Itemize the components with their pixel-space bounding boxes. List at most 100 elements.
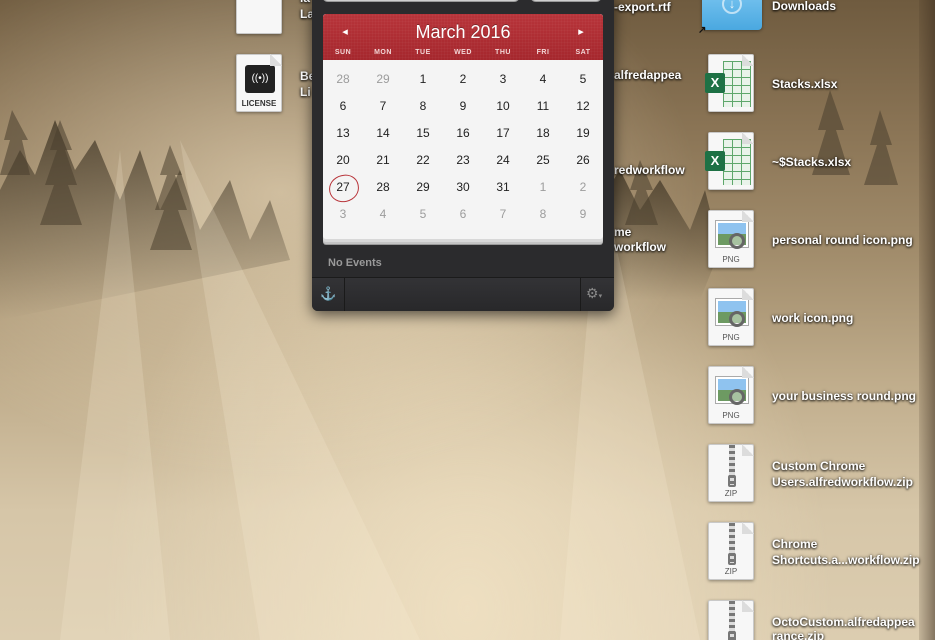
day-cell[interactable]: 11 bbox=[523, 93, 563, 120]
day-cell[interactable]: 16 bbox=[443, 120, 483, 147]
settings-gear-button[interactable]: ⚙▾ bbox=[586, 285, 602, 302]
day-cell[interactable]: 7 bbox=[363, 93, 403, 120]
day-cell[interactable]: 23 bbox=[443, 147, 483, 174]
day-cell[interactable]: 3 bbox=[483, 66, 523, 93]
day-cell[interactable]: 15 bbox=[403, 120, 443, 147]
anchor-icon[interactable]: ⚓ bbox=[320, 286, 336, 302]
license-file-icon[interactable]: ((•)) LICENSE bbox=[236, 54, 282, 112]
events-status: No Events bbox=[328, 257, 382, 269]
zipper-pull-icon bbox=[728, 631, 736, 640]
file-type-label: PNG bbox=[722, 333, 740, 342]
document-file-icon[interactable] bbox=[236, 0, 282, 34]
zip-file-icon[interactable] bbox=[708, 600, 754, 640]
file-label-chrome-shortcuts-2[interactable]: Shortcuts.a...workflow.zip bbox=[772, 552, 920, 568]
excel-badge-icon: X bbox=[705, 151, 725, 171]
file-label-stacks-temp[interactable]: ~$Stacks.xlsx bbox=[772, 154, 851, 170]
excel-file-icon[interactable]: X bbox=[705, 54, 754, 112]
alias-arrow-icon: ↗ bbox=[698, 25, 707, 36]
day-cell[interactable]: 19 bbox=[563, 120, 603, 147]
toolbar-divider bbox=[580, 278, 581, 311]
weekday-label: MON bbox=[374, 49, 392, 56]
calendar-header: ◂ March 2016 ▸ SUN MON TUE WED THU FRI S… bbox=[323, 14, 603, 60]
file-label-partial: alfredappea bbox=[614, 68, 682, 82]
day-cell[interactable]: 9 bbox=[443, 93, 483, 120]
downloads-folder-icon[interactable]: ↓ bbox=[702, 0, 762, 30]
gear-icon: ⚙ bbox=[586, 285, 599, 301]
day-cell[interactable]: 7 bbox=[483, 201, 523, 228]
day-cell[interactable]: 12 bbox=[563, 93, 603, 120]
excel-badge-icon: X bbox=[705, 73, 725, 93]
day-cell[interactable]: 4 bbox=[363, 201, 403, 228]
day-cell[interactable]: 22 bbox=[403, 147, 443, 174]
day-cell[interactable]: 6 bbox=[323, 93, 363, 120]
day-cell[interactable]: 29 bbox=[403, 174, 443, 201]
day-cell[interactable]: 5 bbox=[403, 201, 443, 228]
day-cell[interactable]: 28 bbox=[323, 66, 363, 93]
day-cell[interactable]: 8 bbox=[403, 93, 443, 120]
day-cell[interactable]: 6 bbox=[443, 201, 483, 228]
day-cell[interactable]: 28 bbox=[363, 174, 403, 201]
day-cell[interactable]: 3 bbox=[323, 201, 363, 228]
file-label-work-icon[interactable]: work icon.png bbox=[772, 310, 853, 326]
day-cell[interactable]: 8 bbox=[523, 201, 563, 228]
file-type-label: PNG bbox=[722, 411, 740, 420]
previous-month-button[interactable]: ◂ bbox=[333, 20, 357, 44]
today-button[interactable] bbox=[530, 0, 602, 2]
file-label-custom-chrome-2[interactable]: Users.alfredworkflow.zip bbox=[772, 474, 913, 490]
day-cell[interactable]: 9 bbox=[563, 201, 603, 228]
weekday-label: SAT bbox=[575, 49, 591, 56]
file-label-stacks[interactable]: Stacks.xlsx bbox=[772, 76, 837, 92]
day-cell[interactable]: 5 bbox=[563, 66, 603, 93]
day-cell[interactable]: 18 bbox=[523, 120, 563, 147]
day-cell[interactable]: 14 bbox=[363, 120, 403, 147]
zip-file-icon[interactable]: ZIP bbox=[708, 444, 754, 502]
zip-file-icon[interactable]: ZIP bbox=[708, 522, 754, 580]
wifi-icon: ((•)) bbox=[245, 65, 275, 93]
day-cell[interactable]: 4 bbox=[523, 66, 563, 93]
zipper-pull-icon bbox=[728, 475, 736, 487]
zipper-pull-icon bbox=[728, 553, 736, 565]
day-cell[interactable]: 17 bbox=[483, 120, 523, 147]
day-grid: 28 29 1 2 3 4 5 6 7 8 9 10 11 12 13 14 15 16 17 18 19 20 21 22 2… bbox=[323, 66, 603, 228]
weekday-label: TUE bbox=[415, 49, 431, 56]
day-cell[interactable]: 26 bbox=[563, 147, 603, 174]
month-title: March 2016 bbox=[415, 22, 511, 42]
day-cell[interactable]: 2 bbox=[443, 66, 483, 93]
png-file-icon[interactable]: PNG bbox=[708, 288, 754, 346]
weekday-header: SUN MON TUE WED THU FRI SAT bbox=[323, 49, 603, 61]
file-label-your-business[interactable]: your business round.png bbox=[772, 388, 916, 404]
preview-lens-icon bbox=[729, 389, 745, 405]
spreadsheet-grid bbox=[723, 139, 751, 185]
weekday-label: THU bbox=[495, 49, 511, 56]
search-input[interactable] bbox=[322, 0, 520, 2]
weekday-label: FRI bbox=[536, 49, 550, 56]
file-label-octocustom-2[interactable]: rance.zip bbox=[772, 628, 824, 640]
day-cell[interactable]: 24 bbox=[483, 147, 523, 174]
toolbar-divider bbox=[344, 278, 345, 311]
png-file-icon[interactable]: PNG bbox=[708, 210, 754, 268]
spreadsheet-grid bbox=[723, 61, 751, 107]
file-label-partial: workflow bbox=[614, 240, 667, 254]
day-cell[interactable]: 1 bbox=[523, 174, 563, 201]
excel-file-icon[interactable]: X bbox=[705, 132, 754, 190]
weekday-label: WED bbox=[454, 49, 472, 56]
file-label-personal-round[interactable]: personal round icon.png bbox=[772, 232, 913, 248]
png-file-icon[interactable]: PNG bbox=[708, 366, 754, 424]
license-type-label: LICENSE bbox=[241, 99, 277, 108]
day-cell[interactable]: 20 bbox=[323, 147, 363, 174]
file-label-custom-chrome[interactable]: Custom Chrome bbox=[772, 458, 865, 474]
day-cell[interactable]: 25 bbox=[523, 147, 563, 174]
day-cell[interactable]: 21 bbox=[363, 147, 403, 174]
day-cell[interactable]: 30 bbox=[443, 174, 483, 201]
day-cell[interactable]: 1 bbox=[403, 66, 443, 93]
next-month-button[interactable]: ▸ bbox=[569, 20, 593, 44]
day-cell[interactable]: 13 bbox=[323, 120, 363, 147]
file-label-chrome-shortcuts[interactable]: Chrome bbox=[772, 536, 817, 552]
day-cell-today[interactable]: 27 bbox=[323, 174, 363, 201]
day-cell[interactable]: 29 bbox=[363, 66, 403, 93]
day-cell[interactable]: 2 bbox=[563, 174, 603, 201]
day-cell[interactable]: 10 bbox=[483, 93, 523, 120]
preview-lens-icon bbox=[729, 233, 745, 249]
file-label-downloads[interactable]: Downloads bbox=[772, 0, 836, 14]
day-cell[interactable]: 31 bbox=[483, 174, 523, 201]
